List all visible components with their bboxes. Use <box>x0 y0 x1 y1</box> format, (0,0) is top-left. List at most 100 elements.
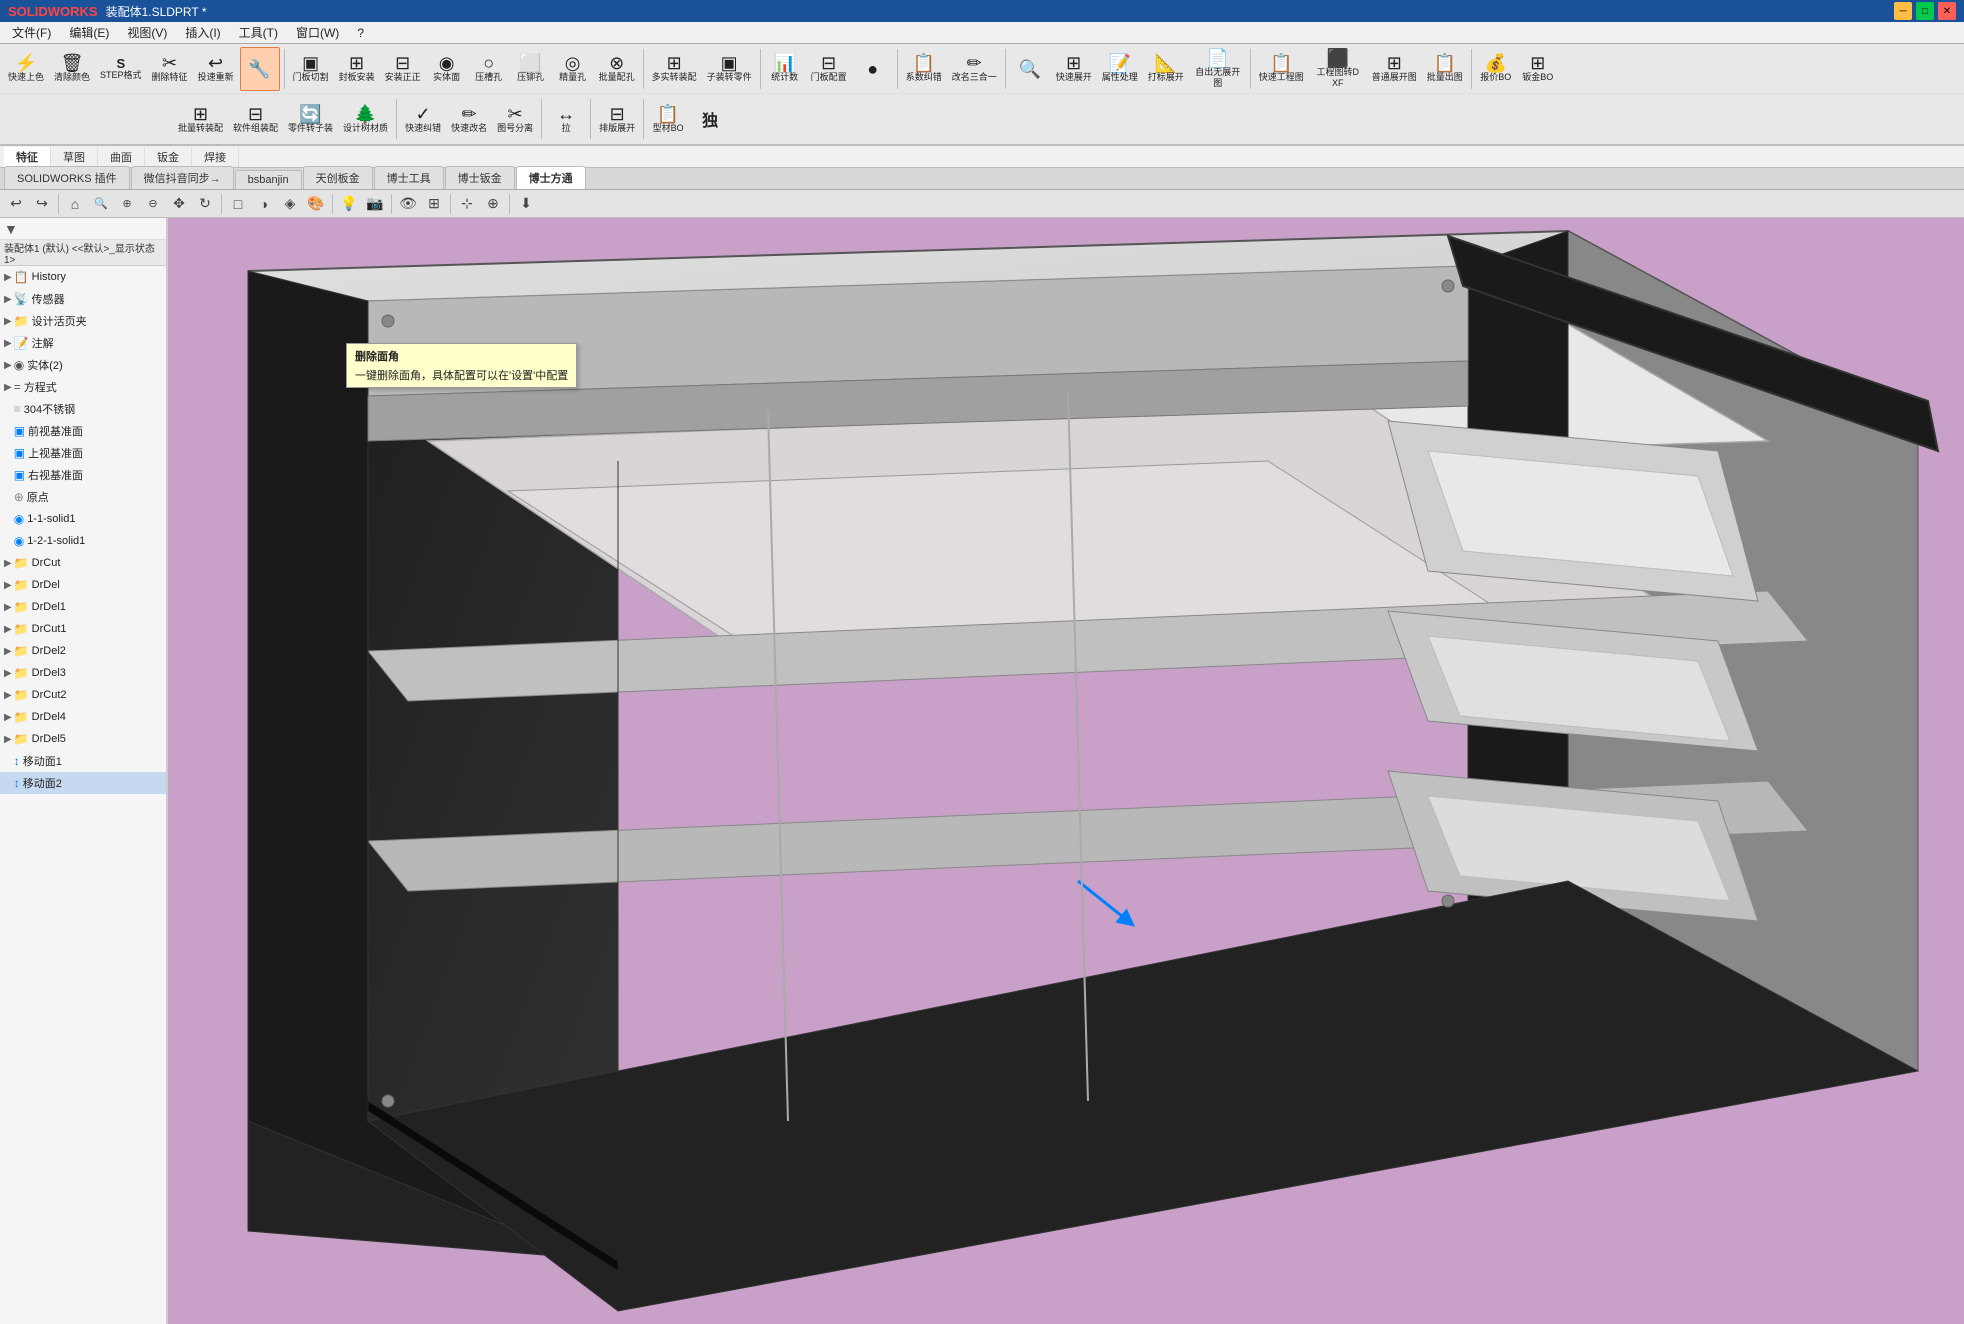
vt-undo[interactable]: ↩ <box>4 192 28 216</box>
tree-item-drcut[interactable]: ▶ 📁 DrCut <box>0 552 166 574</box>
viewport[interactable]: 删除面角 一键删除面角，具体配置可以在'设置'中配置 <box>168 218 1964 1324</box>
tree-item-origin[interactable]: ▶ ⊕ 原点 <box>0 486 166 508</box>
expand-solid[interactable]: ▶ <box>4 360 12 371</box>
vt-view-orient[interactable]: □ <box>226 192 250 216</box>
tb-batch-draw[interactable]: 📋批量出图 <box>1423 47 1467 91</box>
vt-camera[interactable]: 📷 <box>363 192 387 216</box>
tb-sheetbo[interactable]: ⊞钣金BO <box>1518 47 1558 91</box>
tree-item-equation[interactable]: ▶ = 方程式 <box>0 376 166 398</box>
tb-num-split[interactable]: ✂图号分离 <box>493 97 537 141</box>
tree-item-drdel[interactable]: ▶ 📁 DrDel <box>0 574 166 596</box>
tree-item-solid[interactable]: ▶ ◉ 实体(2) <box>0 354 166 376</box>
tb-normal-unfold[interactable]: ⊞普通展开图 <box>1368 47 1421 91</box>
vt-arrow-down[interactable]: ⬇ <box>514 192 538 216</box>
tb-quote[interactable]: 💰报价BO <box>1476 47 1516 91</box>
tb-drawing-dxf[interactable]: ⬛工程图转DXF <box>1310 47 1366 91</box>
tb-print-expand[interactable]: 📐打标展开 <box>1144 47 1188 91</box>
tb-tree-material[interactable]: 🌲设计树材质 <box>339 97 392 141</box>
expand-note[interactable]: ▶ <box>4 338 12 349</box>
tb-door-cut[interactable]: ▣门板切割 <box>289 47 333 91</box>
tab-weld[interactable]: 焊接 <box>192 147 239 167</box>
expand-drdel3[interactable]: ▶ <box>4 668 12 679</box>
expand-drdel2[interactable]: ▶ <box>4 646 12 657</box>
tab-doctor-sheet[interactable]: 博士钣金 <box>445 166 515 189</box>
tb-quick-check[interactable]: ✓快速纠错 <box>401 97 445 141</box>
expand-drdel5[interactable]: ▶ <box>4 734 12 745</box>
menu-edit[interactable]: 编辑(E) <box>61 22 117 43</box>
tb-profile-bo[interactable]: 📋型材BO <box>648 97 688 141</box>
filter-icon[interactable]: ▼ <box>4 221 18 237</box>
tree-item-drdel4[interactable]: ▶ 📁 DrDel4 <box>0 706 166 728</box>
tree-item-drdel2[interactable]: ▶ 📁 DrDel2 <box>0 640 166 662</box>
menu-file[interactable]: 文件(F) <box>4 22 59 43</box>
tree-item-solid1[interactable]: ▶ ◉ 1-1-solid1 <box>0 508 166 530</box>
tab-bsbanjin[interactable]: bsbanjin <box>235 170 302 189</box>
tab-solidworks-plugin[interactable]: SOLIDWORKS 插件 <box>4 166 130 189</box>
tree-item-design[interactable]: ▶ 📁 设计活页夹 <box>0 310 166 332</box>
menu-help[interactable]: ? <box>349 24 372 42</box>
tb-rename3[interactable]: ✏改名三合一 <box>948 47 1001 91</box>
menu-window[interactable]: 窗口(W) <box>288 22 347 43</box>
maximize-button[interactable]: □ <box>1916 2 1934 20</box>
tb-pull[interactable]: ↔拉 <box>546 97 586 141</box>
tb-sub-part[interactable]: ▣子装转零件 <box>703 47 756 91</box>
vt-triad[interactable]: ⊹ <box>455 192 479 216</box>
tb-solo[interactable]: 独 <box>690 97 730 141</box>
tab-tianchuang[interactable]: 天创板金 <box>303 166 373 189</box>
tb-delete-feature[interactable]: ✂删除特征 <box>148 47 192 91</box>
tree-item-drcut1[interactable]: ▶ 📁 DrCut1 <box>0 618 166 640</box>
tb-rivet-hole[interactable]: ⬜压铆孔 <box>511 47 551 91</box>
close-button[interactable]: ✕ <box>1938 2 1956 20</box>
tb-seal-install[interactable]: ⊞封板安装 <box>335 47 379 91</box>
expand-drdel1[interactable]: ▶ <box>4 602 12 613</box>
menu-tools[interactable]: 工具(T) <box>231 22 286 43</box>
tree-item-solid2[interactable]: ▶ ◉ 1-2-1-solid1 <box>0 530 166 552</box>
tb-dot[interactable]: ● <box>853 47 893 91</box>
tb-auto-unfold[interactable]: 📄自出无展开图 <box>1190 47 1246 91</box>
vt-zoom-area[interactable]: 🔍 <box>89 192 113 216</box>
tab-doctor-tools[interactable]: 博士工具 <box>374 166 444 189</box>
tree-item-right[interactable]: ▶ ▣ 右视基准面 <box>0 464 166 486</box>
tb-clear-color[interactable]: 🗑清除颜色 <box>50 47 94 91</box>
tab-doctor-fang[interactable]: 博士方通 <box>516 166 586 189</box>
tb-quick-drawing[interactable]: 📋快速工程图 <box>1255 47 1308 91</box>
tb-groove-hole[interactable]: ○压槽孔 <box>469 47 509 91</box>
tab-sketch[interactable]: 草图 <box>51 147 98 167</box>
tb-step[interactable]: SSTEP格式 <box>96 47 146 91</box>
tb-quick-rename[interactable]: ✏快速改名 <box>447 97 491 141</box>
vt-redo[interactable]: ↪ <box>30 192 54 216</box>
vt-display[interactable]: ◈ <box>278 192 302 216</box>
expand-drcut[interactable]: ▶ <box>4 558 12 569</box>
tb-quick-expand[interactable]: ⊞快速展开 <box>1052 47 1096 91</box>
tb-batch-assem[interactable]: ⊞批量转装配 <box>174 97 227 141</box>
window-controls[interactable]: ─ □ ✕ <box>1894 2 1956 20</box>
tb-search[interactable]: 🔍 <box>1010 47 1050 91</box>
tb-door-config[interactable]: ⊟门板配置 <box>807 47 851 91</box>
expand-equation[interactable]: ▶ <box>4 382 12 393</box>
vt-zoom-out[interactable]: ⊖ <box>141 192 165 216</box>
menu-insert[interactable]: 插入(I) <box>177 22 228 43</box>
vt-component-display[interactable]: ⊞ <box>422 192 446 216</box>
tb-active-tool[interactable]: 🔧 <box>240 47 280 91</box>
minimize-button[interactable]: ─ <box>1894 2 1912 20</box>
tree-item-drdel5[interactable]: ▶ 📁 DrDel5 <box>0 728 166 750</box>
tree-item-note[interactable]: ▶ 📝 注解 <box>0 332 166 354</box>
tree-item-drdel3[interactable]: ▶ 📁 DrDel3 <box>0 662 166 684</box>
tb-align[interactable]: ⊟安装正正 <box>381 47 425 91</box>
vt-rotate[interactable]: ↻ <box>193 192 217 216</box>
expand-history[interactable]: ▶ <box>4 272 12 283</box>
tb-coeff[interactable]: 📋系数纠错 <box>902 47 946 91</box>
expand-drdel[interactable]: ▶ <box>4 580 12 591</box>
tb-fast-regen[interactable]: ↩投速重新 <box>194 47 238 91</box>
tree-item-sensor[interactable]: ▶ 📡 传感器 <box>0 288 166 310</box>
tb-batch-hole[interactable]: ⊗批量配孔 <box>595 47 639 91</box>
vt-appear[interactable]: 🎨 <box>304 192 328 216</box>
tb-solid-face[interactable]: ◉实体面 <box>427 47 467 91</box>
expand-sensor[interactable]: ▶ <box>4 294 12 305</box>
tab-sheetmetal[interactable]: 钣金 <box>145 147 192 167</box>
vt-origin[interactable]: ⊕ <box>481 192 505 216</box>
tb-stats[interactable]: 📊统计数 <box>765 47 805 91</box>
expand-design[interactable]: ▶ <box>4 316 12 327</box>
tb-sw-assem[interactable]: ⊟软件组装配 <box>229 97 282 141</box>
tree-item-top[interactable]: ▶ ▣ 上视基准面 <box>0 442 166 464</box>
